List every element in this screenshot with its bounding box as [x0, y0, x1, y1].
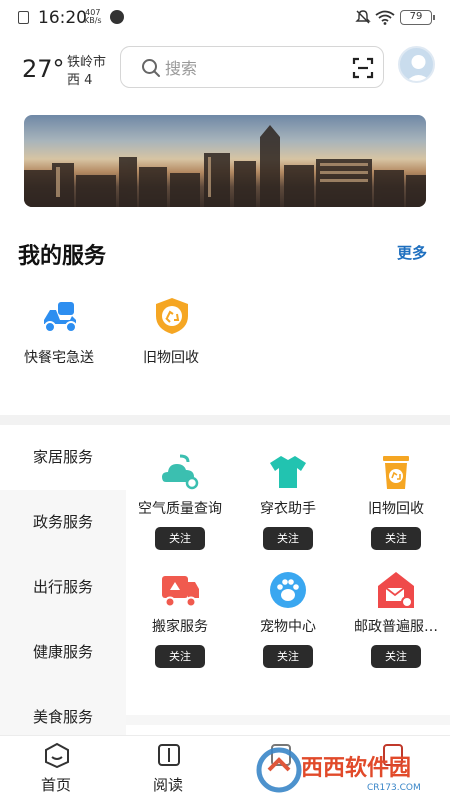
- recycle-bin-icon: [383, 456, 409, 489]
- top-panel: 16:20 407 KB/s 79 27° 铁岭市 西 4 搜索 我的服务 更多…: [0, 0, 450, 415]
- moving-truck-icon: [162, 576, 199, 608]
- sidebar-item-home-services[interactable]: 家居服务: [0, 425, 126, 490]
- post-icon: [378, 572, 414, 608]
- sidebar-item-health-services[interactable]: 健康服务: [0, 620, 126, 685]
- paw-icon: [270, 572, 306, 608]
- follow-button[interactable]: 关注: [155, 645, 205, 668]
- nav-home[interactable]: 首页: [0, 736, 112, 800]
- grid-item-label: 穿衣助手: [260, 501, 316, 517]
- service-label: 旧物回收: [143, 350, 199, 366]
- scooter-icon: [44, 302, 77, 333]
- grid-item-label: 宠物中心: [260, 619, 316, 635]
- my-services-title: 我的服务: [18, 244, 107, 269]
- more-link[interactable]: 更多: [397, 242, 427, 263]
- search-input[interactable]: [165, 56, 345, 80]
- site-watermark-logo: 西西软件园 CR173.COM: [256, 747, 421, 793]
- nav-label: 首页: [40, 776, 71, 794]
- grid-item-air-quality[interactable]: 空气质量查询 关注: [126, 425, 234, 550]
- network-speed-unit: KB/s: [84, 16, 102, 25]
- grid-item-label: 空气质量查询: [138, 501, 222, 517]
- grid-item-pet-center[interactable]: 宠物中心 关注: [234, 543, 342, 668]
- content-divider: [126, 715, 450, 725]
- category-sidebar: 家居服务 政务服务 出行服务 健康服务 美食服务: [0, 425, 126, 750]
- grid-item-label: 搬家服务: [152, 619, 208, 635]
- grid-item-label: 旧物回收: [368, 501, 424, 517]
- service-label: 快餐宅急送: [24, 350, 94, 366]
- search-bar[interactable]: [120, 46, 384, 88]
- sim-icon: [18, 11, 29, 24]
- user-avatar-icon: [406, 55, 431, 81]
- city-name: 铁岭市: [67, 55, 107, 70]
- recycle-icon: [156, 298, 188, 334]
- air-quality-icon: [162, 454, 199, 490]
- book-icon: [158, 744, 180, 766]
- follow-button[interactable]: 关注: [371, 645, 421, 668]
- service-item-delivery[interactable]: 快餐宅急送: [4, 292, 114, 372]
- nav-label: 阅读: [152, 776, 183, 794]
- tshirt-icon: [270, 456, 306, 488]
- grid-item-label: 邮政普遍服…: [354, 619, 438, 635]
- scan-icon[interactable]: [352, 57, 374, 79]
- watermark-text: 西西软件园: [301, 755, 411, 781]
- follow-button[interactable]: 关注: [263, 645, 313, 668]
- city-banner[interactable]: [24, 115, 426, 207]
- network-speed: 407 KB/s: [84, 9, 102, 25]
- sidebar-item-travel-services[interactable]: 出行服务: [0, 555, 126, 620]
- temperature: 27°: [22, 55, 65, 83]
- service-grid: 空气质量查询 关注 穿衣助手 关注 旧物回收 关注 搬家服务 关注 宠物中心 关…: [126, 425, 450, 735]
- grid-item-moving-service[interactable]: 搬家服务 关注: [126, 543, 234, 668]
- browser-icon: [110, 10, 124, 24]
- sidebar-item-government-services[interactable]: 政务服务: [0, 490, 126, 555]
- mute-icon: [355, 10, 371, 24]
- status-time: 16:20: [38, 8, 87, 28]
- status-bar: 16:20 407 KB/s 79: [0, 0, 450, 36]
- avatar[interactable]: [398, 46, 435, 83]
- grid-item-recycling[interactable]: 旧物回收 关注: [342, 425, 450, 550]
- wind-info: 西 4: [67, 73, 93, 88]
- watermark-sub: CR173.COM: [367, 783, 421, 793]
- home-icon: [45, 742, 69, 768]
- battery-indicator: 79: [400, 10, 435, 25]
- grid-item-postal-service[interactable]: 邮政普遍服… 关注: [342, 543, 450, 668]
- wifi-icon: [375, 10, 395, 25]
- nav-reading[interactable]: 阅读: [112, 736, 224, 800]
- grid-item-clothing-assistant[interactable]: 穿衣助手 关注: [234, 425, 342, 550]
- city-skyline-image: [24, 125, 426, 207]
- service-item-recycle[interactable]: 旧物回收: [116, 292, 226, 372]
- search-icon: [142, 59, 160, 77]
